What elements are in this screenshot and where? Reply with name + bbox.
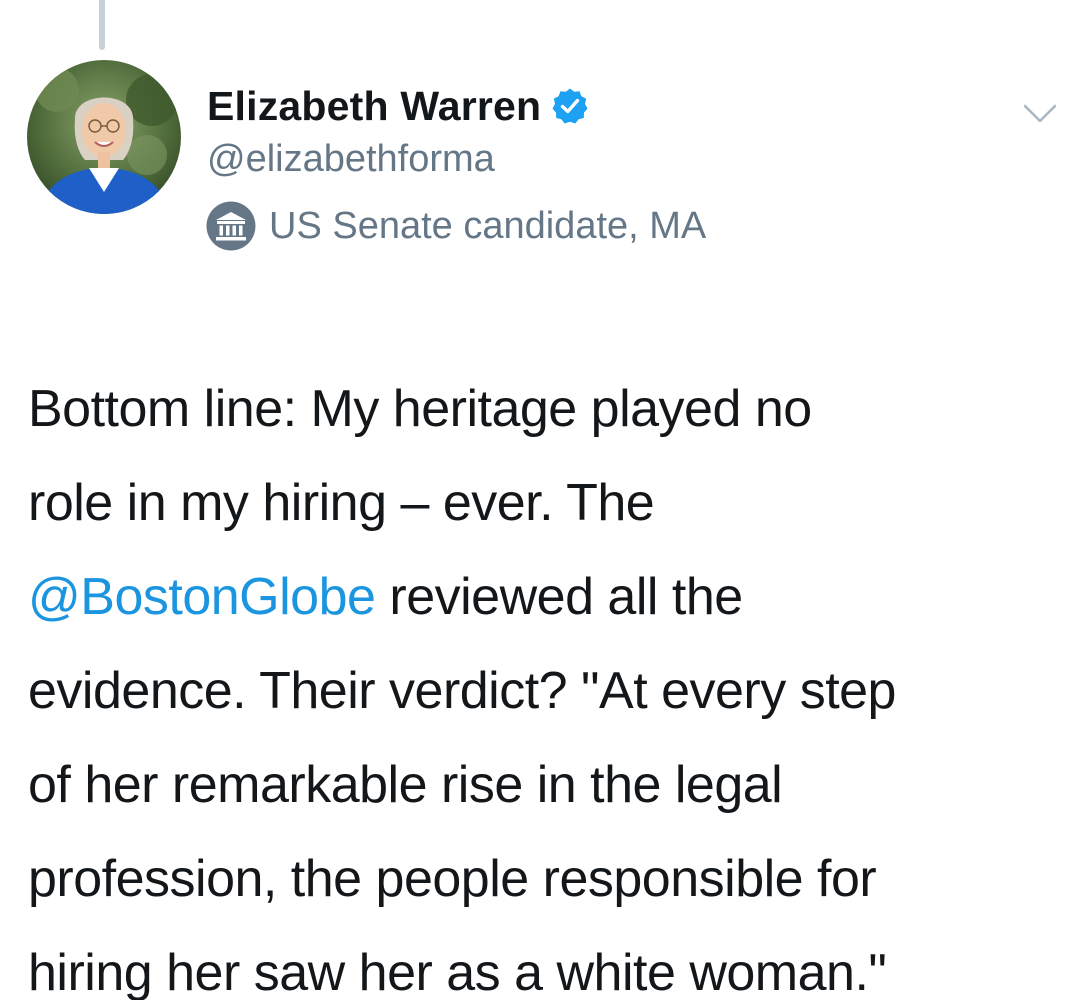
mention-link[interactable]: @BostonGlobe xyxy=(28,568,376,626)
tweet-line: Bottom line: My heritage played no xyxy=(28,362,1068,456)
tweet-line: profession, the people responsible for xyxy=(28,832,1068,926)
government-label-text: US Senate candidate, MA xyxy=(269,204,707,247)
tweet-line: @BostonGlobe reviewed all the xyxy=(28,550,1068,644)
thread-connector-line xyxy=(99,0,105,50)
tweet-text-segment: Bottom line: My heritage played no xyxy=(28,380,812,438)
author-name-row[interactable]: Elizabeth Warren xyxy=(207,80,589,132)
tweet-line: hiring her saw her as a white woman." xyxy=(28,926,1068,1000)
chevron-down-icon[interactable] xyxy=(1022,102,1058,126)
tweet-text-segment: profession, the people responsible for xyxy=(28,850,877,908)
tweet-text-segment: role in my hiring – ever. The xyxy=(28,474,655,532)
tweet-line: of her remarkable rise in the legal xyxy=(28,738,1068,832)
verified-badge-icon xyxy=(551,87,589,125)
tweet-text-segment: reviewed all the xyxy=(375,568,743,626)
avatar[interactable] xyxy=(27,60,181,214)
tweet-text-segment: hiring her saw her as a white woman." xyxy=(28,944,887,1000)
author-name[interactable]: Elizabeth Warren xyxy=(207,83,541,130)
government-label[interactable]: US Senate candidate, MA xyxy=(205,200,706,252)
tweet-text-segment: evidence. Their verdict? "At every step xyxy=(28,662,896,720)
tweet-text-segment: of her remarkable rise in the legal xyxy=(28,756,783,814)
tweet-line: role in my hiring – ever. The xyxy=(28,456,1068,550)
tweet-body: Bottom line: My heritage played no role … xyxy=(28,362,1068,1000)
tweet-screen: Elizabeth Warren @elizabethforma US Sena… xyxy=(0,0,1078,1000)
government-building-icon xyxy=(205,200,257,252)
author-handle[interactable]: @elizabethforma xyxy=(207,138,495,181)
tweet-line: evidence. Their verdict? "At every step xyxy=(28,644,1068,738)
